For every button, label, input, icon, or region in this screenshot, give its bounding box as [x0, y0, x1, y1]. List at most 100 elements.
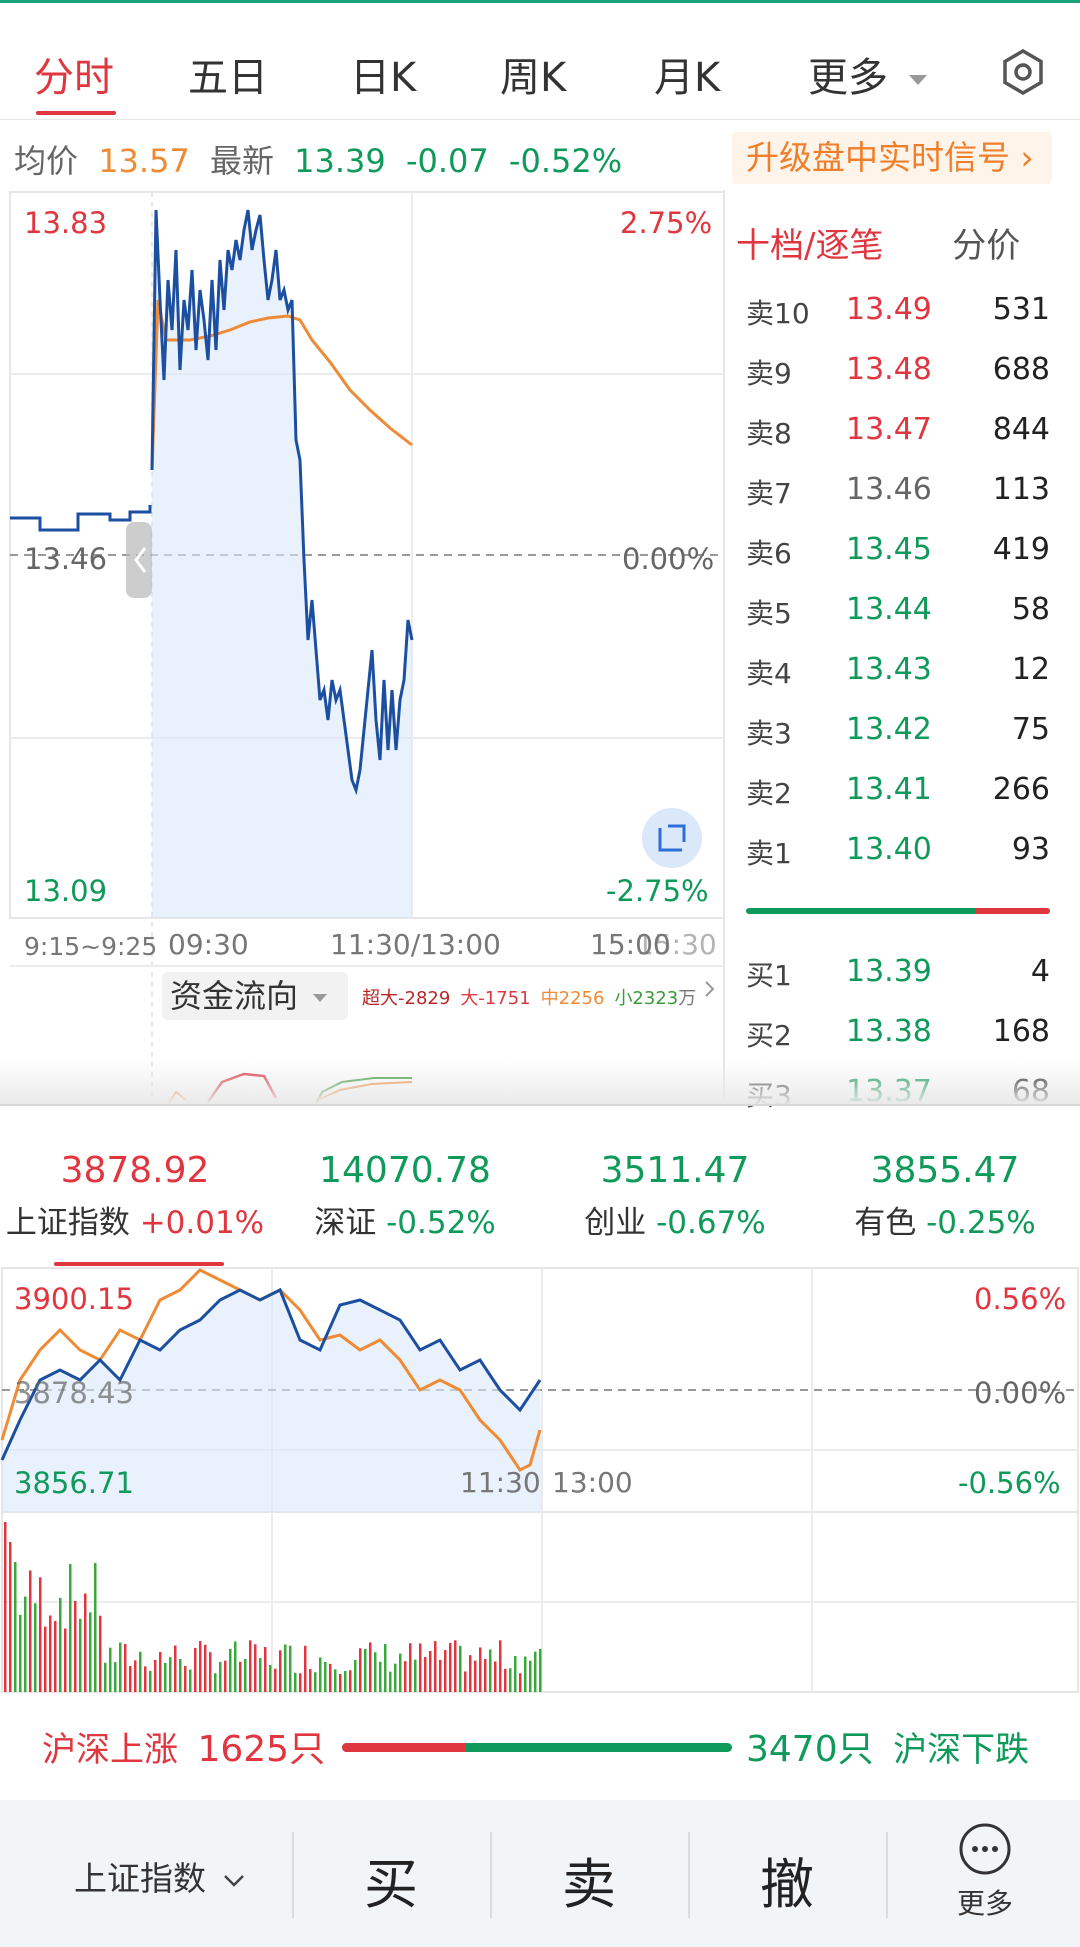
volume-bar: [54, 1620, 57, 1692]
volume-bar: [259, 1658, 262, 1692]
volume-bar: [299, 1673, 302, 1692]
volume-bar: [79, 1618, 82, 1692]
volume-bar: [399, 1653, 402, 1692]
volume-bar: [404, 1661, 407, 1692]
volume-bar: [229, 1648, 232, 1692]
volume-bar: [109, 1647, 112, 1692]
volume-bar: [419, 1643, 422, 1692]
volume-bar: [194, 1647, 197, 1692]
volume-bar: [309, 1669, 312, 1692]
volume-bar: [64, 1628, 67, 1692]
volume-bar: [539, 1648, 542, 1692]
volume-bar: [4, 1522, 7, 1692]
more-button[interactable]: 更多: [940, 1822, 1030, 1922]
volume-bar: [374, 1652, 377, 1692]
volume-bar: [389, 1671, 392, 1692]
volume-bar: [84, 1593, 87, 1692]
volume-bar: [49, 1615, 52, 1692]
volume-bar: [444, 1650, 447, 1692]
index-time-1300: 13:00: [552, 1466, 633, 1499]
market-breadth-bar: [342, 1743, 732, 1752]
up-label: 沪深上涨: [42, 1730, 178, 1770]
volume-bar: [134, 1660, 137, 1692]
volume-bar: [339, 1673, 342, 1692]
toolbar-separator: [688, 1832, 690, 1918]
volume-bar: [364, 1648, 367, 1692]
sell-button[interactable]: 卖: [562, 1840, 616, 1919]
volume-bar: [304, 1645, 307, 1692]
volume-bar: [289, 1645, 292, 1692]
volume-bar: [264, 1647, 267, 1692]
more-label: 更多: [956, 1887, 1013, 1920]
volume-bar: [484, 1658, 487, 1692]
volume-bar: [199, 1641, 202, 1692]
volume-bar: [114, 1662, 117, 1692]
volume-bar: [44, 1626, 47, 1692]
volume-bar: [169, 1657, 172, 1692]
volume-bar: [224, 1660, 227, 1692]
volume-bar: [164, 1662, 167, 1692]
index-intraday-chart: [0, 1267, 1079, 1693]
volume-bar: [39, 1577, 42, 1692]
volume-bar: [524, 1656, 527, 1692]
volume-bar: [294, 1672, 297, 1692]
toolbar-separator: [292, 1832, 294, 1918]
index-high-label: 3900.15: [14, 1282, 134, 1316]
volume-bar: [254, 1644, 257, 1692]
volume-bar: [239, 1661, 242, 1692]
volume-bar: [334, 1669, 337, 1692]
index-pct-mid-label: 0.00%: [974, 1376, 1067, 1410]
index-time-1130: 11:30: [460, 1466, 541, 1499]
volume-bar: [129, 1665, 132, 1692]
volume-bar: [94, 1563, 97, 1692]
volume-bar: [144, 1666, 147, 1692]
volume-bar: [249, 1640, 252, 1692]
volume-bar: [9, 1542, 12, 1692]
volume-bar: [369, 1642, 372, 1692]
volume-bar: [474, 1660, 477, 1692]
up-count: 1625只: [197, 1729, 326, 1770]
cancel-order-button[interactable]: 撤: [760, 1840, 814, 1919]
volume-bar: [379, 1661, 382, 1692]
volume-bar: [409, 1643, 412, 1692]
volume-bar: [384, 1644, 387, 1692]
volume-bar: [319, 1657, 322, 1692]
volume-bar: [509, 1668, 512, 1692]
volume-bar: [284, 1644, 287, 1692]
volume-bar: [514, 1656, 517, 1692]
volume-bar: [479, 1647, 482, 1692]
index-pct-high-label: 0.56%: [974, 1282, 1067, 1316]
volume-bar: [344, 1671, 347, 1692]
volume-bar: [464, 1671, 467, 1692]
index-selector[interactable]: 上证指数: [74, 1852, 245, 1900]
volume-bar: [139, 1651, 142, 1692]
volume-bar: [439, 1659, 442, 1692]
volume-bar: [179, 1659, 182, 1692]
volume-bar: [269, 1665, 272, 1692]
index-low-label: 3856.71: [14, 1466, 134, 1500]
down-count: 3470只: [746, 1729, 874, 1770]
volume-bar: [174, 1645, 177, 1692]
volume-bar: [104, 1662, 107, 1692]
volume-bar: [154, 1659, 157, 1692]
volume-bar: [359, 1648, 362, 1692]
volume-bar: [219, 1661, 222, 1692]
volume-bar: [504, 1668, 507, 1692]
volume-bar: [529, 1660, 532, 1692]
volume-bar: [519, 1673, 522, 1692]
volume-bar: [494, 1661, 497, 1692]
volume-bar: [394, 1663, 397, 1692]
market-down-summary: 3470只 沪深下跌: [746, 1720, 1029, 1772]
volume-bar: [329, 1663, 332, 1692]
volume-bar: [89, 1612, 92, 1692]
volume-bar: [124, 1643, 127, 1692]
volume-bar: [354, 1659, 357, 1692]
toolbar-separator: [886, 1832, 888, 1918]
volume-bar: [209, 1652, 212, 1692]
volume-bar: [244, 1659, 247, 1692]
chevron-down-icon: [223, 1874, 244, 1887]
buy-button[interactable]: 买: [364, 1840, 418, 1919]
index-mid-label: 3878.43: [14, 1376, 134, 1410]
volume-bar: [489, 1649, 492, 1692]
volume-bar: [454, 1640, 457, 1692]
